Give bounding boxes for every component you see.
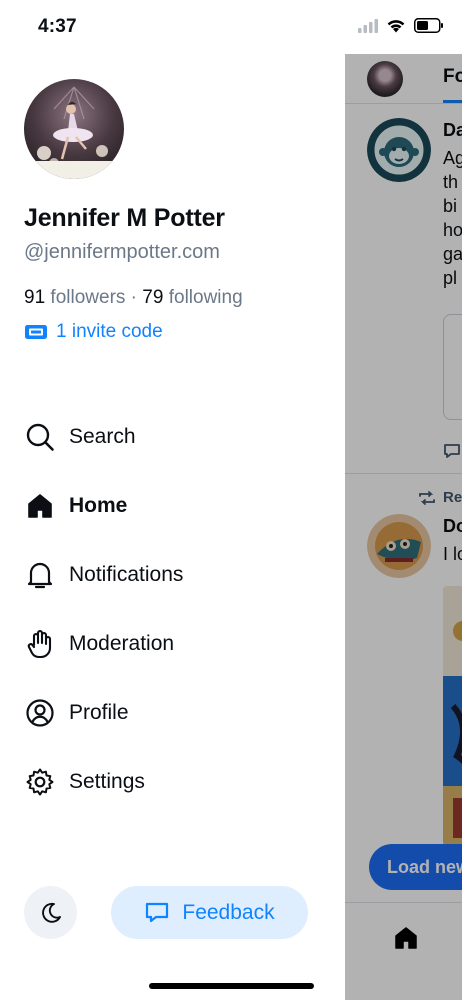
battery-icon <box>414 18 443 33</box>
feed-header-avatar[interactable] <box>367 61 403 97</box>
reply-icon[interactable] <box>443 442 461 460</box>
monkey-astronaut-avatar <box>367 118 431 182</box>
nav-label-home: Home <box>69 493 128 517</box>
profile-handle: @jennifermpotter.com <box>24 241 220 263</box>
following-label: following <box>168 287 243 308</box>
post-image[interactable] <box>443 586 462 846</box>
profile-avatar[interactable] <box>24 79 124 179</box>
feed-post[interactable]: Da Ag th bi ho ga pl <box>345 104 462 474</box>
navigation-drawer: Jennifer M Potter @jennifermpotter.com 9… <box>0 54 345 1000</box>
nav-item-home[interactable]: Home <box>24 471 324 540</box>
nav-label-search: Search <box>69 424 136 448</box>
followers-count: 91 <box>24 287 46 308</box>
tab-following[interactable]: Fo <box>443 66 462 88</box>
profile-stats: 91 followers · 79 following <box>24 287 243 309</box>
profile-display-name: Jennifer M Potter <box>24 204 225 232</box>
hand-icon <box>24 628 56 660</box>
post-text: I lo <box>443 544 462 564</box>
followers-label: followers <box>50 287 126 308</box>
ballerina-avatar-image <box>24 79 124 179</box>
nav-item-profile[interactable]: Profile <box>24 678 324 747</box>
wifi-icon <box>387 20 405 33</box>
gear-icon <box>24 766 56 798</box>
nav-item-notifications[interactable]: Notifications <box>24 540 324 609</box>
nav-item-moderation[interactable]: Moderation <box>24 609 324 678</box>
repost-icon <box>419 491 435 505</box>
ticket-icon <box>25 325 47 339</box>
post-author-name: Do <box>443 516 462 536</box>
tab-active-indicator <box>443 100 462 103</box>
status-time: 4:37 <box>38 16 77 37</box>
feedback-label: Feedback <box>182 900 275 924</box>
bottom-tab-bar <box>345 902 462 1000</box>
load-new-posts-button[interactable]: Load new <box>369 844 462 890</box>
bell-icon <box>24 559 56 591</box>
home-icon <box>24 490 56 522</box>
post-author-avatar[interactable] <box>367 118 431 182</box>
nav-item-settings[interactable]: Settings <box>24 747 324 816</box>
home-indicator <box>149 983 314 989</box>
invite-codes-label: 1 invite code <box>56 321 163 342</box>
cellular-signal-icon <box>358 18 378 33</box>
feed-header: Fo <box>345 54 462 104</box>
moon-icon <box>41 902 61 923</box>
drawer-nav: Search Home Notifications Moderation Pro… <box>24 402 324 816</box>
comic-art-image <box>443 586 462 846</box>
following-link[interactable]: 79 following <box>142 287 242 308</box>
feedback-button[interactable]: Feedback <box>111 886 308 939</box>
illustrated-avatar <box>367 514 431 578</box>
theme-toggle-button[interactable] <box>24 886 77 939</box>
status-icons <box>358 18 444 33</box>
followers-link[interactable]: 91 followers <box>24 287 125 308</box>
home-icon[interactable] <box>393 925 419 951</box>
status-bar: 4:37 <box>0 0 462 54</box>
nav-label-settings: Settings <box>69 769 145 793</box>
post-text: Ag th bi ho ga pl <box>443 148 462 288</box>
post-author-avatar[interactable] <box>367 514 431 578</box>
stats-separator: · <box>125 287 143 308</box>
home-feed: Fo Da Ag th bi ho ga pl Re Do I l Load n… <box>345 54 462 1000</box>
chat-bubble-icon <box>146 902 169 922</box>
nav-label-notifications: Notifications <box>69 562 184 586</box>
nav-label-profile: Profile <box>69 700 129 724</box>
invite-codes-button[interactable]: 1 invite code <box>24 321 163 343</box>
repost-label: Re <box>443 489 462 506</box>
link-embed-card[interactable] <box>443 314 462 420</box>
nav-item-search[interactable]: Search <box>24 402 324 471</box>
nav-label-moderation: Moderation <box>69 631 175 655</box>
post-author-name: Da <box>443 120 462 140</box>
feed-post[interactable]: Re Do I lo <box>345 474 462 904</box>
following-count: 79 <box>142 287 164 308</box>
user-circle-icon <box>24 697 56 729</box>
search-icon <box>24 421 56 453</box>
